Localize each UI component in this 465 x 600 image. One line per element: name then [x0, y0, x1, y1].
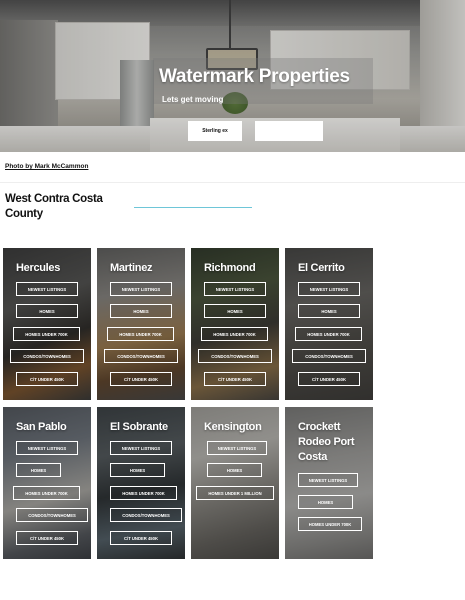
city-card[interactable]: Richmond NEWEST LISTINGS HOMES HOMES UNDER … [191, 248, 279, 400]
city-card-link[interactable]: CONDOS/TOWNHOMES [292, 349, 366, 363]
hero-subtitle: Lets get moving [162, 95, 224, 104]
city-card-link[interactable]: CONDOS/TOWNHOMES [110, 508, 182, 522]
city-card-link[interactable]: NEWEST LISTINGS [298, 282, 360, 296]
city-card-link[interactable]: HOMES [110, 463, 165, 477]
city-card-link[interactable]: NEWEST LISTINGS [110, 441, 172, 455]
city-card-link[interactable]: C/T UNDER 450K [110, 531, 172, 545]
city-card-link[interactable]: CONDOS/TOWNHOMES [198, 349, 272, 363]
city-card-title: Crockett Rodeo Port Costa [298, 421, 355, 463]
region-accent-line [134, 207, 252, 208]
city-card-link[interactable]: NEWEST LISTINGS [16, 441, 78, 455]
city-card[interactable]: Kensington NEWEST LISTINGS HOMES HOMES UNDE… [191, 407, 279, 559]
city-card-title: El Sobrante [110, 421, 168, 433]
page-title: Watermark Properties [159, 66, 350, 87]
hero-banner: Watermark Properties Lets get moving Ste… [0, 0, 465, 152]
city-card[interactable]: El Sobrante NEWEST LISTINGS HOMES HOMES UND… [97, 407, 185, 559]
city-card-title: El Cerrito [298, 262, 345, 274]
divider [0, 182, 465, 183]
city-card[interactable]: San Pablo NEWEST LISTINGS HOMES HOMES UNDER… [3, 407, 91, 559]
city-card-link[interactable]: CONDOS/TOWNHOMES [10, 349, 84, 363]
city-card-link[interactable]: C/T UNDER 450K [298, 372, 360, 386]
photo-credit-link[interactable]: Photo by Mark McCammon [5, 163, 88, 170]
city-card-link[interactable]: NEWEST LISTINGS [110, 282, 172, 296]
region-title: West Contra Costa County [5, 193, 103, 220]
city-card-title: San Pablo [16, 421, 67, 433]
city-card-link[interactable]: NEWEST LISTINGS [204, 282, 266, 296]
city-card-link[interactable]: HOMES UNDER 700K [298, 517, 362, 531]
city-card-title: Kensington [204, 421, 262, 433]
hero-secondary-button[interactable] [255, 121, 323, 141]
hero-primary-button[interactable]: Sterling ex [188, 121, 242, 141]
city-card-link[interactable]: HOMES UNDER 700K [295, 327, 362, 341]
city-card-link[interactable]: NEWEST LISTINGS [16, 282, 78, 296]
city-card-link[interactable]: HOMES [207, 463, 262, 477]
city-card-link[interactable]: CONDOS/TOWNHOMES [104, 349, 178, 363]
city-card-link[interactable]: HOMES UNDER 700K [110, 486, 177, 500]
city-card-link[interactable]: HOMES [298, 304, 360, 318]
city-card-link[interactable]: HOMES [204, 304, 266, 318]
city-card-link[interactable]: HOMES [110, 304, 172, 318]
city-card-link[interactable]: NEWEST LISTINGS [207, 441, 267, 455]
city-card-link[interactable]: NEWEST LISTINGS [298, 473, 358, 487]
city-card-link[interactable]: HOMES UNDER 700K [107, 327, 174, 341]
city-card-link[interactable]: CONDOS/TOWNHOMES [16, 508, 88, 522]
city-card-link[interactable]: HOMES UNDER 1 MILLION [196, 486, 274, 500]
city-card[interactable]: Crockett Rodeo Port Costa NEWEST LISTINGS… [285, 407, 373, 559]
city-card-link[interactable]: C/T UNDER 450K [16, 372, 78, 386]
city-card-link[interactable]: HOMES UNDER 700K [201, 327, 268, 341]
city-card-link[interactable]: HOMES [16, 463, 61, 477]
city-card-link[interactable]: C/T UNDER 450K [204, 372, 266, 386]
city-card-title: Hercules [16, 262, 61, 274]
city-card-link[interactable]: HOMES UNDER 700K [13, 327, 80, 341]
city-card-link[interactable]: HOMES [298, 495, 353, 509]
city-card[interactable]: Hercules NEWEST LISTINGS HOMES HOMES UNDER … [3, 248, 91, 400]
city-card-title: Martinez [110, 262, 153, 274]
city-card-link[interactable]: C/T UNDER 450K [16, 531, 78, 545]
city-card[interactable]: El Cerrito NEWEST LISTINGS HOMES HOMES UNDE… [285, 248, 373, 400]
city-card-link[interactable]: HOMES [16, 304, 78, 318]
city-card[interactable]: Martinez NEWEST LISTINGS HOMES HOMES UNDER … [97, 248, 185, 400]
city-card-link[interactable]: C/T UNDER 450K [110, 372, 172, 386]
city-card-link[interactable]: HOMES UNDER 700K [13, 486, 80, 500]
city-card-title: Richmond [204, 262, 256, 274]
